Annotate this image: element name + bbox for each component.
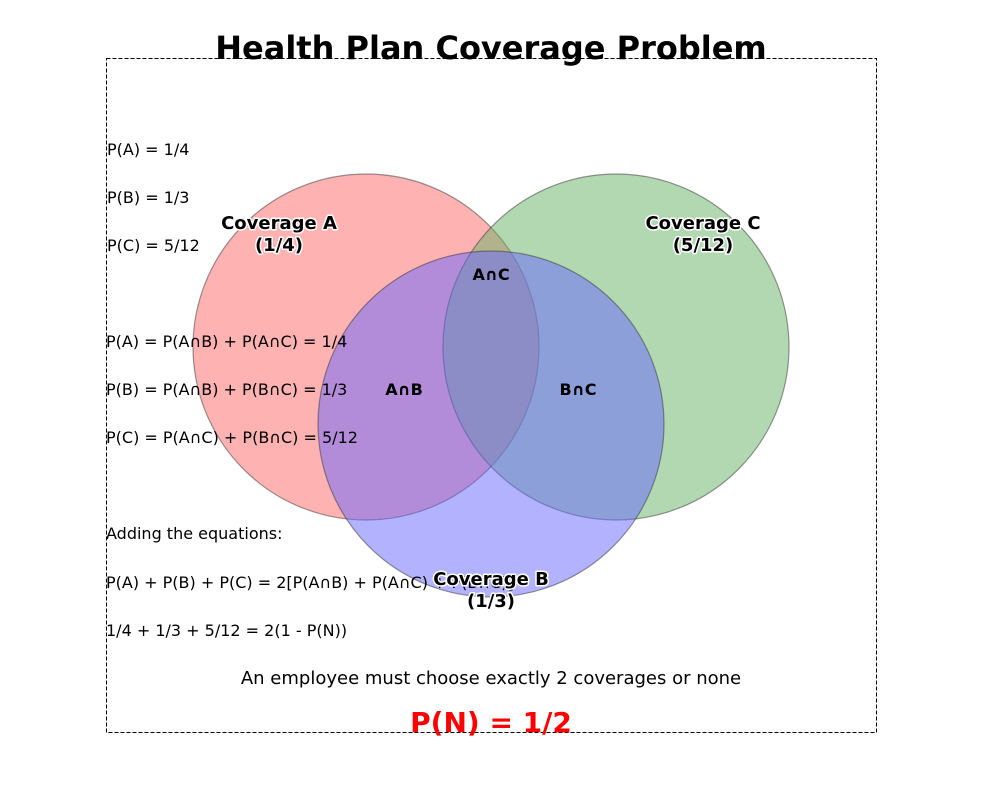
equation-b: P(B) = P(A∩B) + P(B∩C) = 1/3 bbox=[106, 380, 347, 399]
equation-a: P(A) = P(A∩B) + P(A∩C) = 1/4 bbox=[106, 332, 347, 351]
label-coverage-a: Coverage A bbox=[221, 213, 337, 234]
value-coverage-b: (1/3) bbox=[467, 591, 515, 612]
region-label-ab: A∩B bbox=[385, 380, 423, 399]
answer-text: P(N) = 1/2 bbox=[410, 706, 572, 739]
adding-heading: Adding the equations: bbox=[106, 524, 282, 543]
region-label-ac: A∩C bbox=[472, 265, 509, 284]
constraint-note: An employee must choose exactly 2 covera… bbox=[241, 668, 741, 689]
label-coverage-c: Coverage C bbox=[645, 213, 760, 234]
circle-coverage-b bbox=[317, 250, 665, 598]
label-coverage-b: Coverage B bbox=[433, 569, 549, 590]
value-coverage-c: (5/12) bbox=[673, 235, 734, 256]
venn-diagram-canvas: Health Plan Coverage Problem P(A) = 1/4 … bbox=[106, 29, 877, 739]
prob-b: P(B) = 1/3 bbox=[107, 188, 189, 207]
adding-line-2: 1/4 + 1/3 + 5/12 = 2(1 - P(N)) bbox=[106, 621, 347, 640]
prob-c: P(C) = 5/12 bbox=[107, 236, 200, 255]
page-title: Health Plan Coverage Problem bbox=[215, 29, 767, 67]
equation-c: P(C) = P(A∩C) + P(B∩C) = 5/12 bbox=[106, 428, 358, 447]
value-coverage-a: (1/4) bbox=[255, 235, 303, 256]
region-label-bc: B∩C bbox=[560, 380, 597, 399]
prob-a: P(A) = 1/4 bbox=[107, 140, 189, 159]
